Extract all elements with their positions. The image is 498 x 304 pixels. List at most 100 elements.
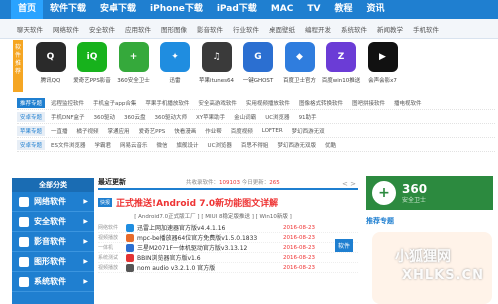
topic-link[interactable]: 快看漫画 (174, 127, 196, 135)
app-icon[interactable]: Z (326, 42, 356, 72)
topic-link[interactable]: 远程监控软件 (51, 99, 84, 107)
topic-link[interactable]: 安全高游戏软件 (198, 99, 237, 107)
update-name[interactable]: mpc-be播放器64位官方免费版v1.5.0.1833 (137, 233, 267, 242)
subnav-item[interactable]: 编程开发 (305, 24, 331, 34)
pager-arrows[interactable]: < > (342, 180, 356, 188)
nav-item[interactable]: MAC (264, 0, 301, 19)
update-name[interactable]: BBIN浏览器官方版v1.6 (137, 253, 267, 262)
app-label[interactable]: 腾讯QQ (30, 76, 71, 84)
topic-link[interactable]: 金山词霸 (234, 113, 256, 121)
subnav-item[interactable]: 影音软件 (197, 24, 223, 34)
app-tile[interactable]: ✦ 迅雷 (155, 42, 196, 94)
app-tile[interactable]: G 一键GHOST (238, 42, 279, 94)
app-tile[interactable]: ◆ 百度卫士官方 (279, 42, 320, 94)
software-side-tag[interactable]: 软件 (335, 239, 354, 252)
nav-item[interactable]: iPhone下载 (143, 0, 210, 19)
subnav-item[interactable]: 安全软件 (89, 24, 115, 34)
app-icon[interactable]: + (118, 42, 149, 72)
topic-link[interactable]: 360驱动大师 (155, 113, 188, 121)
app-tile[interactable]: iQ 爱奇艺PPS影音 (72, 42, 113, 94)
subnav-item[interactable]: 行业软件 (233, 24, 259, 34)
topic-link[interactable]: 播电视软件 (394, 99, 422, 107)
topic-link[interactable]: 手机DNF盒子 (51, 113, 85, 121)
topic-link[interactable]: 掌通应用 (108, 127, 130, 135)
update-row[interactable]: 网络软件 迅雷上网加速器官方版v4.4.1.16 2016-08-23 (98, 223, 358, 233)
topic-link[interactable]: 图像格式转换软件 (299, 99, 343, 107)
update-name[interactable]: 迅雷上网加速器官方版v4.4.1.16 (137, 223, 267, 232)
topic-link[interactable]: 微信 (157, 141, 168, 149)
topic-link[interactable]: 百度视频 (231, 127, 253, 135)
app-icon[interactable]: ◆ (284, 42, 315, 72)
app-icon[interactable]: ♫ (201, 42, 232, 72)
headline-subline[interactable]: [ Android7.0正式版工厂 ] [ MIUI 8稳定版推送 ] [ Wi… (98, 212, 328, 220)
subnav-item[interactable]: 应用软件 (125, 24, 151, 34)
subnav-item[interactable]: 手机软件 (413, 24, 439, 34)
subnav-item[interactable]: 图形图像 (161, 24, 187, 34)
topic-link[interactable]: 图吧拼接软件 (352, 99, 385, 107)
update-row[interactable]: 系统测试 BBIN浏览器官方版v1.6 2016-08-23 (98, 253, 358, 263)
topic-link[interactable]: XY苹果助手 (196, 113, 225, 121)
sidebar-item[interactable]: 安全软件 ▶ (12, 212, 94, 232)
sidebar-item[interactable]: 图形软件 ▶ (12, 252, 94, 272)
nav-item[interactable]: 软件下载 (43, 0, 93, 19)
app-label[interactable]: 百度win10推送 (321, 76, 362, 84)
app-icon[interactable] (450, 42, 481, 72)
app-icon[interactable]: ▶ (367, 42, 398, 72)
update-row[interactable]: 视频播放 mpc-be播放器64位官方免费版v1.5.0.1833 2016-08-… (98, 233, 358, 243)
topic-link[interactable]: 旗舰设计 (177, 141, 199, 149)
topic-link[interactable]: 优酷 (325, 141, 336, 149)
topic-link[interactable]: 一直播 (51, 127, 68, 135)
app-tile[interactable] (445, 42, 486, 94)
subnav-item[interactable]: 聊天软件 (17, 24, 43, 34)
topic-link[interactable]: 网易云音乐 (120, 141, 148, 149)
app-icon[interactable]: G (243, 42, 273, 72)
ad-banner-360[interactable]: + 360 安全卫士 (366, 176, 493, 210)
topic-link[interactable]: 手机盒子app合集 (93, 99, 136, 107)
topic-link[interactable]: UC浏览器 (208, 141, 232, 149)
app-label[interactable]: 一键GHOST (238, 76, 279, 84)
app-label[interactable]: 苹果itunes64 (196, 76, 237, 84)
app-tile[interactable]: ▶ 会声会影x7 (362, 42, 403, 94)
nav-item[interactable]: 资讯 (359, 0, 391, 19)
topic-link[interactable]: 作业帮 (205, 127, 222, 135)
subnav-item[interactable]: 系统软件 (341, 24, 367, 34)
topic-link[interactable]: UC浏览器 (265, 113, 289, 121)
nav-item[interactable]: iPad下载 (210, 0, 264, 19)
app-label[interactable]: 会声会影x7 (362, 76, 403, 84)
subnav-item[interactable]: 新闻教学 (377, 24, 403, 34)
topic-link[interactable]: 学霸君 (94, 141, 111, 149)
app-icon[interactable] (409, 42, 439, 72)
update-row[interactable]: 视频播放 nom audio v3.2.1.0 官方版 2016-08-23 (98, 263, 358, 273)
app-tile[interactable]: +360安全卫士 (113, 42, 154, 94)
app-tile[interactable]: Q 腾讯QQ (30, 42, 71, 94)
topic-link[interactable]: LOFTER (262, 128, 283, 134)
update-name[interactable]: nom audio v3.2.1.0 官方版 (137, 263, 267, 272)
nav-item[interactable]: 安卓下载 (93, 0, 143, 19)
update-name[interactable]: 三星M2071F一体机驱动官方版v3.13.12 (137, 243, 267, 252)
sidebar-item[interactable]: 影音软件 ▶ (12, 232, 94, 252)
nav-item[interactable]: 首页 (11, 0, 44, 19)
subnav-item[interactable]: 网络软件 (53, 24, 79, 34)
app-tile[interactable]: Z 百度win10推送 (321, 42, 362, 94)
app-label[interactable]: 爱奇艺PPS影音 (72, 76, 113, 84)
headline[interactable]: 快报 正式推送!Android 7.0新功能图文详解 (98, 196, 358, 209)
subnav-item[interactable]: 桌面壁纸 (269, 24, 295, 34)
app-icon[interactable]: iQ (77, 42, 107, 72)
app-tile[interactable]: ♫ 苹果itunes64 (196, 42, 237, 94)
topic-link[interactable]: 梦幻西游无双版 (277, 141, 316, 149)
app-label[interactable]: 百度卫士官方 (279, 76, 320, 84)
topic-link[interactable]: 苹果手机播放软件 (145, 99, 189, 107)
sidebar-item[interactable]: 系统软件 ▶ (12, 272, 94, 292)
topic-link[interactable]: ES文件浏览器 (51, 141, 85, 149)
sidebar-item[interactable]: 网络软件 ▶ (12, 192, 94, 212)
topic-link[interactable]: 爱奇艺PPS (139, 127, 166, 135)
app-tile[interactable] (404, 42, 445, 94)
topic-link[interactable]: 360驱动 (94, 113, 116, 121)
nav-item[interactable]: 教程 (327, 0, 359, 19)
topic-link[interactable]: 梦幻西游无双 (292, 127, 325, 135)
topic-link[interactable]: 360云盘 (124, 113, 146, 121)
topic-link[interactable]: 实用视频播放软件 (246, 99, 290, 107)
topic-link[interactable]: 橘子视频 (77, 127, 99, 135)
app-icon[interactable]: ✦ (160, 42, 190, 72)
topic-link[interactable]: 91助手 (299, 113, 317, 121)
